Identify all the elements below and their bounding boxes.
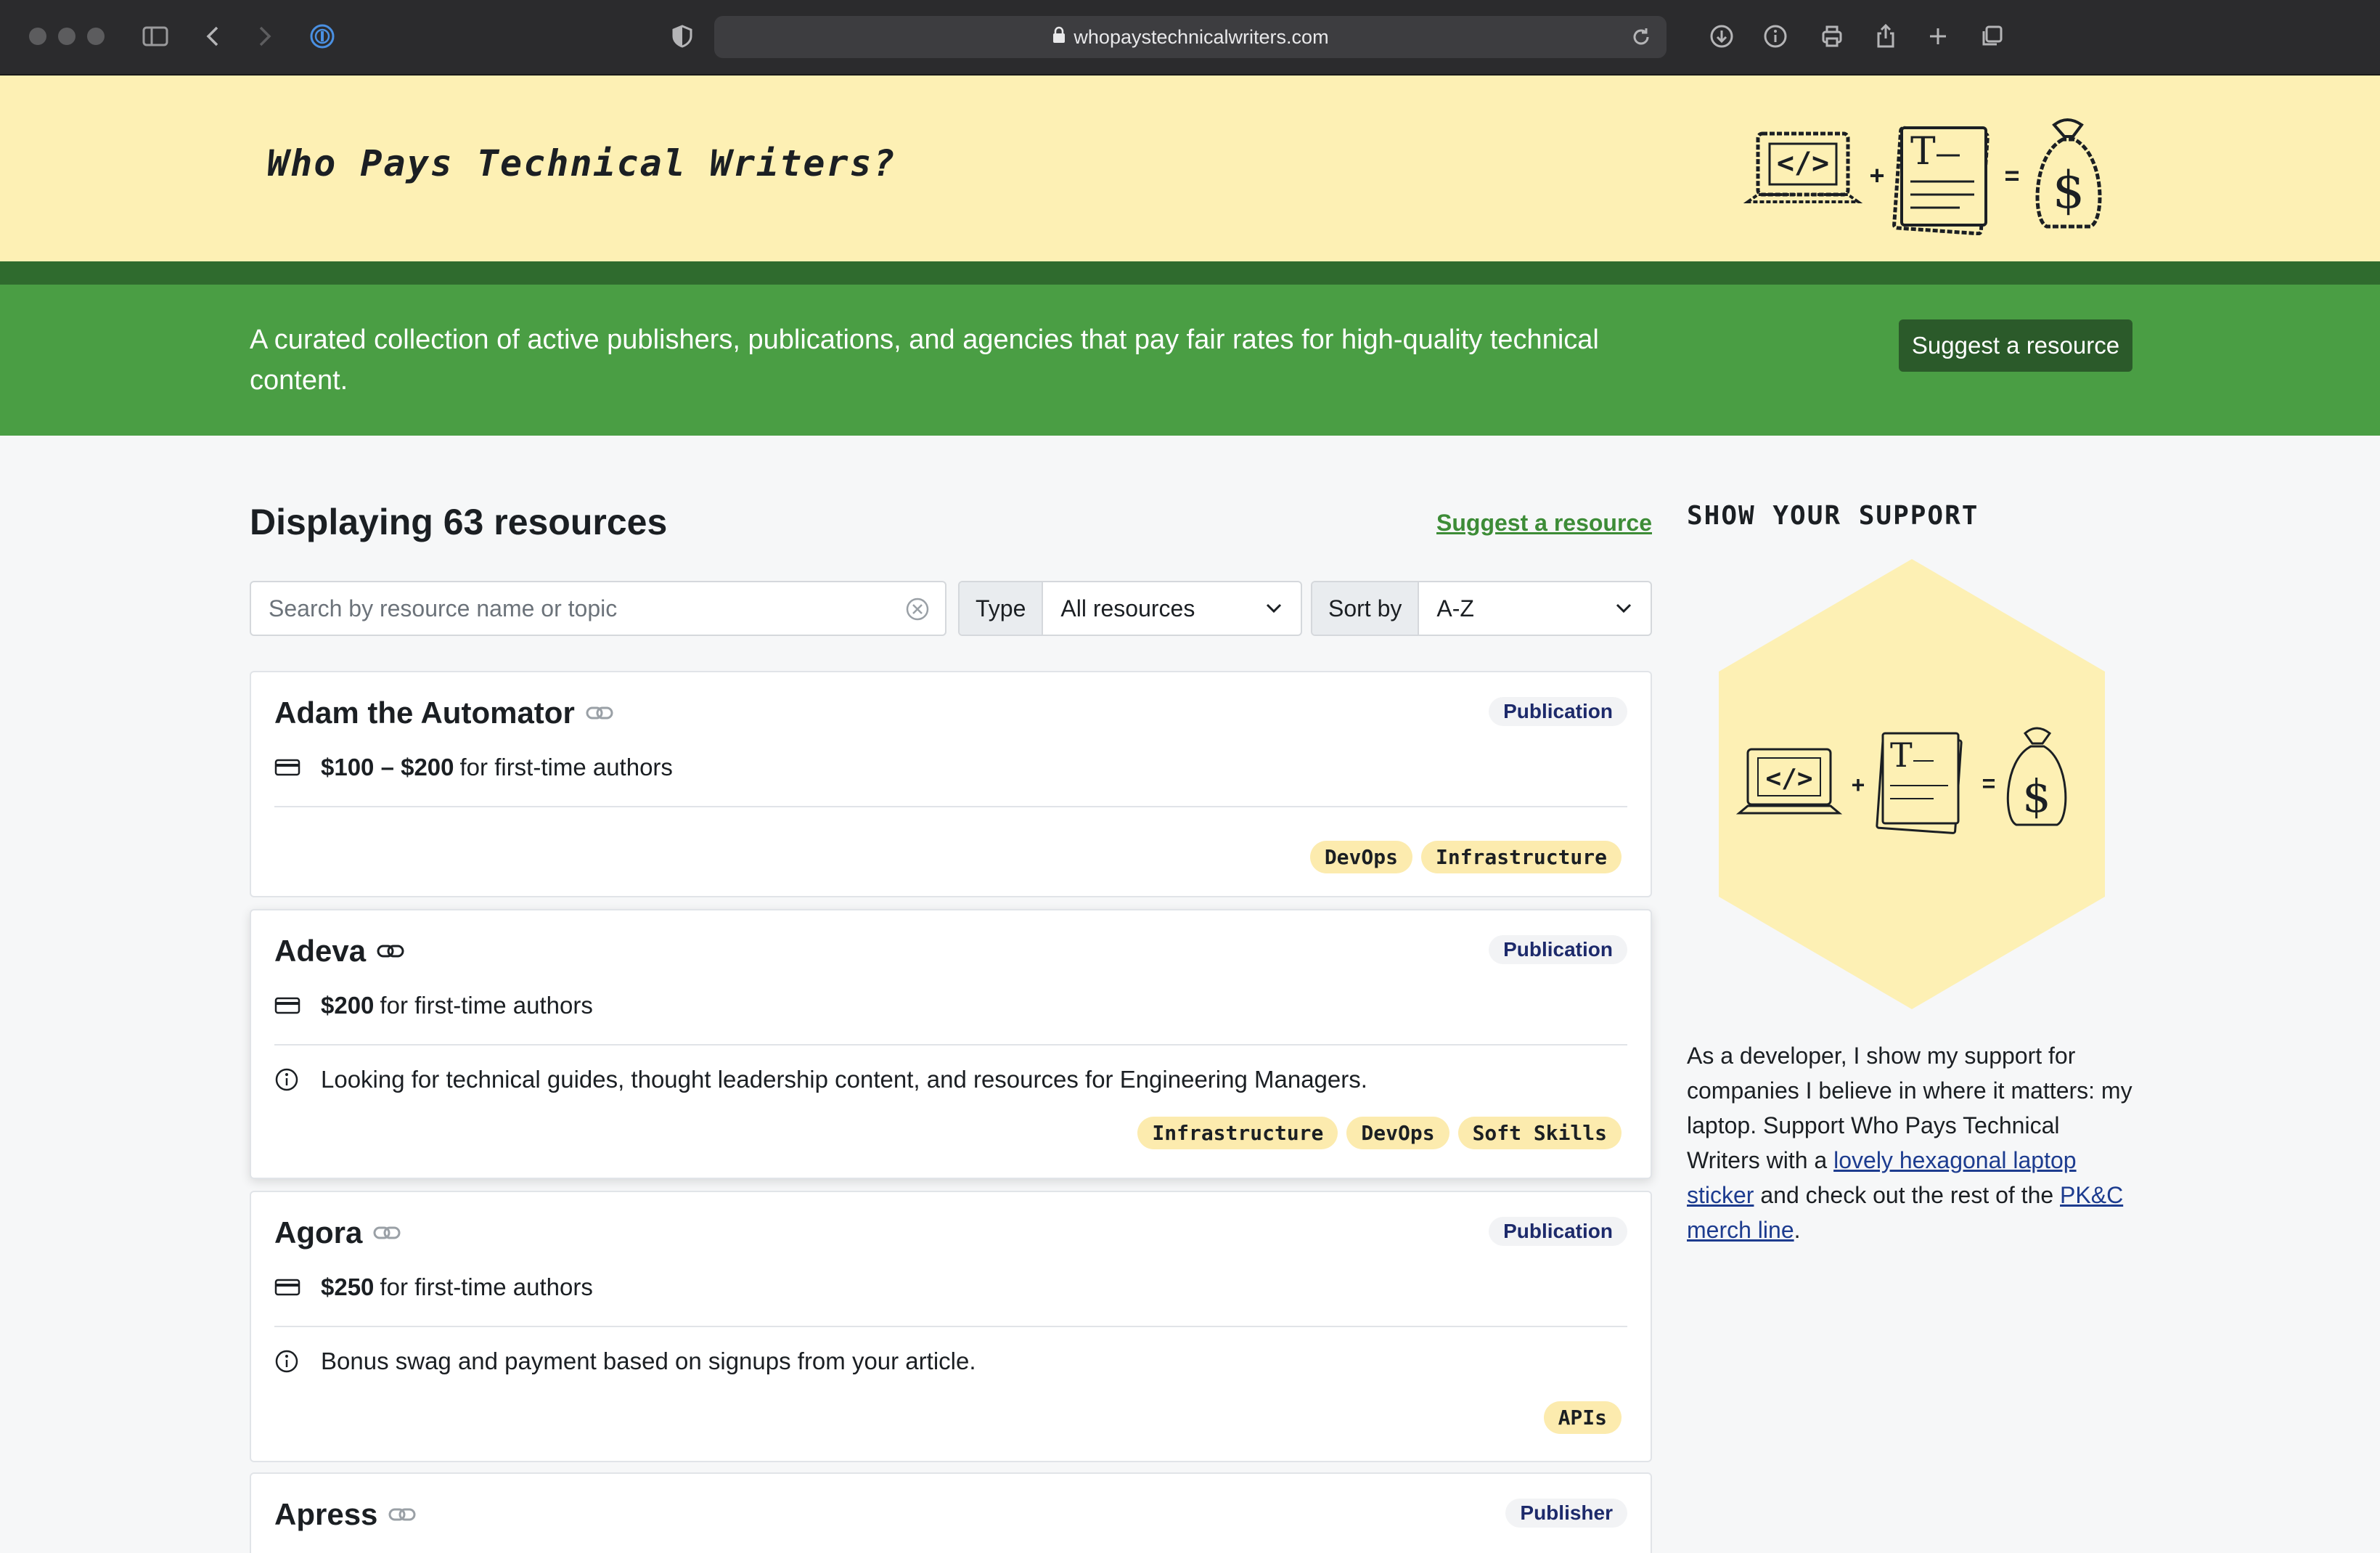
svg-text:T: T: [1890, 735, 1913, 775]
topic-tag[interactable]: Infrastructure: [1137, 1117, 1338, 1149]
pay-amount: $200: [321, 992, 375, 1019]
resource-note: Bonus swag and payment based on signups …: [321, 1348, 976, 1374]
type-filter[interactable]: Type All resources: [958, 581, 1302, 636]
resource-count-title: Displaying 63 resources: [250, 502, 668, 542]
downloads-icon[interactable]: [1706, 20, 1738, 52]
info-circle-icon: [275, 1350, 298, 1373]
site-title[interactable]: Who Pays Technical Writers?: [267, 142, 896, 184]
sort-filter[interactable]: Sort by A-Z: [1311, 581, 1652, 636]
svg-text:=: =: [1982, 770, 1996, 796]
search-field[interactable]: Search by resource name or topic: [250, 581, 946, 636]
svg-text:$: $: [2053, 160, 2085, 220]
topic-tag[interactable]: DevOps: [1309, 841, 1412, 873]
topic-tag[interactable]: Infrastructure: [1420, 841, 1622, 873]
site-header: Who Pays Technical Writers? </> + T = $: [0, 76, 2380, 261]
pay-amount: $100 – $200: [321, 754, 454, 780]
link-icon[interactable]: [372, 1224, 401, 1242]
svg-text:+: +: [1869, 160, 1884, 190]
info-circle-icon: [275, 1068, 298, 1091]
tab-overview-icon[interactable]: [1976, 20, 2008, 52]
resource-card[interactable]: Agora Publication $250 for first-time au…: [250, 1191, 1652, 1462]
resource-name[interactable]: Adam the Automator: [274, 696, 575, 730]
support-title: SHOW YOUR SUPPORT: [1687, 501, 1979, 531]
share-icon[interactable]: [1870, 20, 1902, 52]
svg-text:</>: </>: [1765, 764, 1812, 794]
sidebar-toggle-icon[interactable]: [139, 20, 171, 52]
card-divider: [274, 806, 1627, 807]
reload-icon[interactable]: [1629, 25, 1653, 54]
password-manager-icon[interactable]: [306, 20, 338, 52]
resource-note: Looking for technical guides, thought le…: [321, 1066, 1367, 1093]
pay-amount: $250: [321, 1273, 375, 1300]
clear-search-icon[interactable]: [904, 596, 931, 622]
header-divider-band: [0, 261, 2380, 285]
logo-code-text: </>: [1777, 147, 1829, 180]
print-icon[interactable]: [1816, 20, 1848, 52]
resource-name[interactable]: Apress: [274, 1497, 377, 1532]
sort-filter-value[interactable]: A-Z: [1436, 595, 1474, 622]
hexagon-sticker-illustration: </> + T = $: [1719, 559, 2105, 1009]
topic-tag[interactable]: DevOps: [1346, 1117, 1449, 1149]
chevron-down-icon: [1266, 603, 1282, 614]
svg-text:=: =: [2004, 160, 2019, 190]
topic-tag[interactable]: Soft Skills: [1457, 1117, 1622, 1149]
sort-filter-label: Sort by: [1312, 582, 1420, 635]
new-tab-icon[interactable]: [1922, 20, 1954, 52]
card-divider: [274, 1326, 1627, 1327]
svg-text:$: $: [2022, 770, 2050, 823]
suggest-resource-button[interactable]: Suggest a resource: [1899, 319, 2132, 372]
resource-type-badge: Publisher: [1505, 1499, 1627, 1528]
resource-type-badge: Publication: [1489, 1217, 1627, 1246]
address-bar[interactable]: whopaystechnicalwriters.com: [714, 16, 1667, 58]
chevron-down-icon: [1616, 603, 1632, 614]
support-description: As a developer, I show my support for co…: [1687, 1043, 2132, 1243]
resource-card[interactable]: Adam the Automator Publication $100 – $2…: [250, 671, 1652, 897]
forward-icon[interactable]: [248, 20, 280, 52]
credit-card-icon: [274, 759, 300, 776]
info-icon[interactable]: [1759, 20, 1791, 52]
svg-text:T: T: [1910, 130, 1936, 174]
link-icon[interactable]: [376, 942, 405, 960]
topic-tag[interactable]: APIs: [1543, 1401, 1622, 1434]
logo-illustration: </> + T = $: [1743, 118, 2102, 235]
pay-description: for first-time authors: [380, 992, 593, 1019]
resource-name[interactable]: Agora: [274, 1215, 362, 1250]
url-text: whopaystechnicalwriters.com: [1074, 25, 1329, 48]
pay-description: for first-time authors: [380, 1273, 593, 1300]
resource-type-badge: Publication: [1489, 697, 1627, 726]
close-window-button[interactable]: [29, 28, 46, 45]
intro-text: A curated collection of active publisher…: [250, 325, 1599, 396]
back-icon[interactable]: [197, 20, 229, 52]
search-input[interactable]: Search by resource name or topic: [269, 595, 617, 622]
type-filter-value[interactable]: All resources: [1060, 595, 1195, 622]
browser-toolbar: whopaystechnicalwriters.com: [0, 0, 2380, 76]
resource-card[interactable]: Adeva Publication $200 for first-time au…: [250, 909, 1652, 1179]
pay-description: for first-time authors: [459, 754, 673, 780]
credit-card-icon: [274, 1279, 300, 1296]
type-filter-label: Type: [960, 582, 1044, 635]
resource-type-badge: Publication: [1489, 935, 1627, 964]
lock-icon: [1052, 26, 1066, 49]
privacy-shield-icon[interactable]: [666, 20, 698, 52]
zoom-window-button[interactable]: [87, 28, 105, 45]
intro-banner: A curated collection of active publisher…: [0, 285, 2380, 436]
minimize-window-button[interactable]: [58, 28, 75, 45]
resource-card[interactable]: Apress Publisher: [250, 1472, 1652, 1553]
support-sidebar: SHOW YOUR SUPPORT </> + T = $ As a devel…: [1687, 501, 2137, 1243]
resource-name[interactable]: Adeva: [274, 934, 366, 969]
suggest-resource-link[interactable]: Suggest a resource: [1436, 510, 1652, 537]
link-icon[interactable]: [585, 704, 614, 722]
card-divider: [274, 1044, 1627, 1045]
link-icon[interactable]: [388, 1506, 417, 1523]
svg-text:+: +: [1852, 772, 1865, 798]
credit-card-icon: [274, 997, 300, 1014]
